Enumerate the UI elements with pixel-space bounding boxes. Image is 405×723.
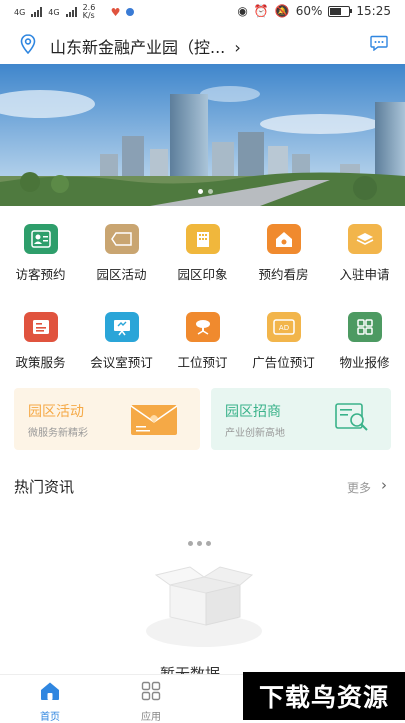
search-document-icon xyxy=(335,402,369,436)
tag-icon xyxy=(104,224,139,254)
loading-indicator xyxy=(188,541,211,546)
mute-icon: 🔕 xyxy=(274,4,290,18)
grid-item[interactable]: 预约看房 xyxy=(243,224,324,283)
grid-item-label: 园区印象 xyxy=(177,267,228,282)
park-selector[interactable]: 山东新金融产业园（控... › xyxy=(50,34,241,58)
grid-item-label: 访客预约 xyxy=(15,267,66,282)
house-icon xyxy=(266,224,301,254)
signal-icon-2 xyxy=(65,7,77,17)
status-left: 4G 4G 2.6 K/s ♥ xyxy=(14,3,135,20)
network-speed: 2.6 K/s xyxy=(82,3,96,20)
hot-news-header: 热门资讯 更多 › xyxy=(14,476,391,498)
card-park-activity[interactable]: 园区活动 微服务新精彩 xyxy=(14,388,200,450)
grid-item-label: 工位预订 xyxy=(177,355,228,370)
grid-apps-icon xyxy=(347,312,382,342)
section-title: 热门资讯 xyxy=(14,478,75,496)
grid-item-label: 政策服务 xyxy=(15,355,66,370)
apps-icon xyxy=(141,681,161,704)
more-link[interactable]: 更多 xyxy=(347,479,371,496)
clock: 15:25 xyxy=(356,4,391,18)
svg-text:AD: AD xyxy=(278,324,288,332)
grid-item[interactable]: 入驻申请 xyxy=(324,224,405,283)
card-subtitle: 微服务新精彩 xyxy=(28,428,88,439)
status-bar: 4G 4G 2.6 K/s ♥ ◉ ⏰ 🔕 60% 15:25 xyxy=(0,0,405,24)
watermark-logo: 下载鸟资源 xyxy=(243,672,405,720)
card-investment[interactable]: 园区招商 产业创新高地 xyxy=(211,388,391,450)
grid-item[interactable]: 会议室预订 xyxy=(81,312,162,371)
chevron-right-icon[interactable]: › xyxy=(381,476,387,494)
banner-carousel[interactable] xyxy=(0,64,405,206)
feature-cards: 园区活动 微服务新精彩 园区招商 产业创新高地 xyxy=(14,388,391,450)
status-right: ◉ ⏰ 🔕 60% 15:25 xyxy=(237,4,391,18)
grid-item-label: 预约看房 xyxy=(258,267,309,282)
grid-item-label: 入驻申请 xyxy=(339,267,390,282)
tab-label: 首页 xyxy=(40,712,60,723)
park-title: 山东新金融产业园（控... xyxy=(50,38,226,57)
document-icon xyxy=(23,312,58,342)
battery-icon xyxy=(328,5,353,17)
grid-item-label: 园区活动 xyxy=(96,267,147,282)
watermark-text: 下载鸟资源 xyxy=(258,683,389,712)
battery-percent: 60% xyxy=(295,4,323,18)
stack-icon xyxy=(347,224,382,254)
alarm-icon: ⏰ xyxy=(253,4,269,18)
grid-item[interactable]: AD 广告位预订 xyxy=(243,312,324,371)
empty-box-icon xyxy=(140,555,270,669)
grid-item[interactable]: 园区活动 xyxy=(81,224,162,283)
chevron-right-icon: › xyxy=(234,38,241,57)
heart-icon: ♥ xyxy=(110,5,121,19)
grid-item[interactable]: 物业报修 xyxy=(324,312,405,371)
card-title: 园区活动 xyxy=(28,404,84,420)
tab-label: 应用 xyxy=(141,712,161,723)
grid-item-label: 会议室预订 xyxy=(90,355,153,370)
envelope-icon xyxy=(130,402,178,440)
card-title: 园区招商 xyxy=(225,404,281,420)
grid-item[interactable]: 工位预订 xyxy=(162,312,243,371)
carousel-dot[interactable] xyxy=(208,189,213,194)
carousel-indicators xyxy=(198,189,213,194)
building-icon xyxy=(185,224,220,254)
card-subtitle: 产业创新高地 xyxy=(225,428,285,439)
network-label-1: 4G xyxy=(14,7,26,17)
ad-icon: AD xyxy=(266,312,301,342)
grid-item[interactable]: 园区印象 xyxy=(162,224,243,283)
grid-item[interactable]: 政策服务 xyxy=(0,312,81,371)
app-notification-icon xyxy=(126,8,135,16)
signal-icon xyxy=(31,7,43,17)
visitor-icon xyxy=(23,224,58,254)
carousel-dot[interactable] xyxy=(198,189,203,194)
presentation-icon xyxy=(104,312,139,342)
grid-item-label: 广告位预订 xyxy=(252,355,315,370)
grid-item[interactable]: 访客预约 xyxy=(0,224,81,283)
desk-chair-icon xyxy=(185,312,220,342)
banner-image xyxy=(0,64,405,206)
header: 山东新金融产业园（控... › xyxy=(0,26,405,62)
grid-item-label: 物业报修 xyxy=(339,355,390,370)
tab-apps[interactable]: 应用 xyxy=(121,681,181,723)
eye-icon: ◉ xyxy=(237,4,248,18)
tab-home[interactable]: 首页 xyxy=(20,681,80,723)
location-pin-icon[interactable] xyxy=(20,34,36,58)
message-icon[interactable] xyxy=(370,35,388,55)
network-label-2: 4G xyxy=(48,7,60,17)
home-icon xyxy=(39,682,61,704)
